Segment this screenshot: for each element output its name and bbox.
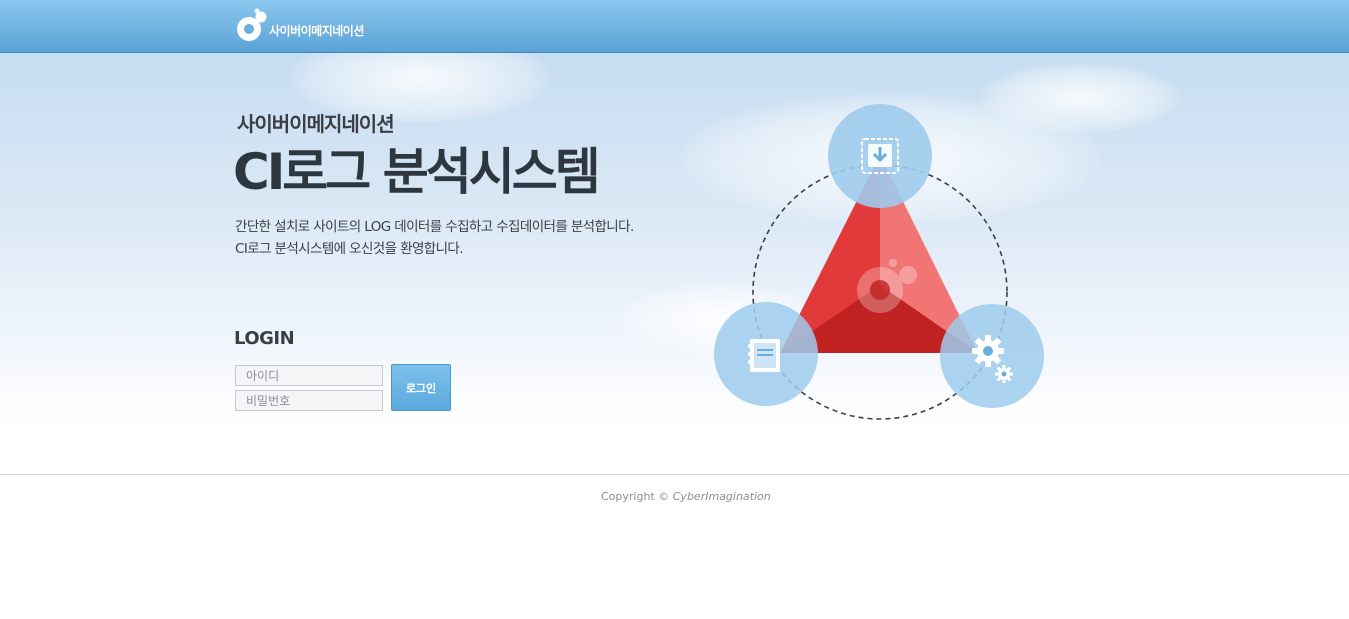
page-title: CI로그 분석시스템 xyxy=(233,143,601,201)
login-button[interactable]: 로그인 xyxy=(391,364,451,411)
password-input[interactable] xyxy=(235,390,383,411)
copyright-prefix: Copyright © xyxy=(601,490,670,503)
top-header-bar: 사이버이메지네이션 xyxy=(0,0,1349,53)
copyright-brand: CyberImagination xyxy=(672,490,771,503)
hero-section xyxy=(0,53,1349,425)
id-input[interactable] xyxy=(235,365,383,386)
logo-bubble-icon xyxy=(234,8,270,44)
document-icon xyxy=(748,339,780,372)
copyright-text: Copyright © CyberImagination xyxy=(601,490,771,503)
description-line: CI로그 분석시스템에 오신것을 환영합니다. xyxy=(235,241,464,257)
description-line: 간단한 설치로 사이트의 LOG 데이터를 수집하고 수집데이터를 분석합니다. xyxy=(235,219,634,235)
system-diagram xyxy=(714,104,1044,420)
brand-logo[interactable]: 사이버이메지네이션 xyxy=(234,6,364,46)
footer-divider xyxy=(0,474,1349,475)
hero-description: 간단한 설치로 사이트의 LOG 데이터를 수집하고 수집데이터를 분석합니다.… xyxy=(235,216,634,260)
brand-name: 사이버이메지네이션 xyxy=(269,23,364,38)
login-heading: LOGIN xyxy=(234,328,295,349)
